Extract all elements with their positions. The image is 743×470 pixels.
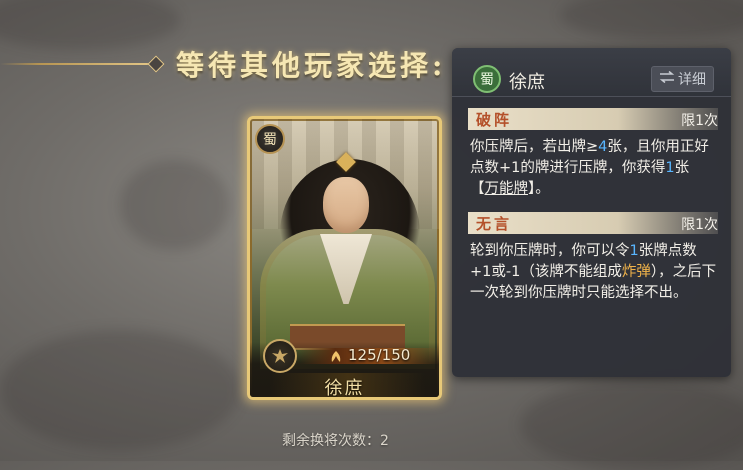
skill-limit: 限1次 [681,113,718,129]
skill-list: 破阵 限1次 你压牌后，若出牌≥4张，且你用正好点数+1的牌进行压牌，你获得1张… [468,108,718,316]
title-ornament [147,55,165,73]
desc-text: 】。 [528,181,550,197]
desc-number: 4 [598,139,608,155]
skill-description-pozhen: 你压牌后，若出牌≥4张，且你用正好点数+1的牌进行压牌，你获得1张【万能牌】。 [468,137,718,200]
swap-arrows-icon [659,70,675,87]
desc-keyword: 炸弹 [621,264,651,280]
remaining-swap-count: 剩余换将次数：2 [282,433,389,449]
skill-header-pozhen: 破阵 限1次 [468,108,718,130]
skill-header-wuyan: 无言 限1次 [468,212,718,234]
general-card[interactable]: 蜀 125/150 徐庶 [247,116,442,400]
leaf-hp-icon [328,349,344,368]
desc-text: 你压牌后，若出牌≥ [470,139,599,155]
hp-value: 125/150 [348,346,411,364]
panel-general-name: 徐庶 [509,72,545,93]
skill-name: 破阵 [476,111,513,129]
general-detail-panel: 蜀 徐庶 详细 破阵 限1次 你压牌后，若出牌≥4张，且你用正好点数+1的牌进行… [452,48,731,377]
panel-header: 蜀 徐庶 详细 [452,48,731,97]
card-faction-badge: 蜀 [255,124,285,154]
detail-button[interactable]: 详细 [651,66,714,92]
panel-faction-label: 蜀 [480,72,494,88]
eagle-emblem-icon [263,339,297,373]
detail-button-label: 详细 [678,72,706,88]
skill-name: 无言 [476,215,513,233]
title-divider-line [0,63,160,65]
desc-number: 1 [629,243,639,259]
card-general-name: 徐庶 [324,378,365,399]
card-portrait-face [323,177,369,233]
wild-card-link[interactable]: 万能牌 [485,181,529,197]
shu-faction-icon: 蜀 [473,65,501,93]
skill-limit: 限1次 [681,217,718,233]
page-title: 等待其他玩家选择: [176,49,447,82]
desc-number: 1 [665,160,675,176]
desc-text: 轮到你压牌时，你可以令 [470,243,630,259]
skill-description-wuyan: 轮到你压牌时，你可以令1张牌点数+1或-1（该牌不能组成炸弹），之后下一次轮到你… [468,241,718,304]
card-faction-label: 蜀 [263,132,277,148]
